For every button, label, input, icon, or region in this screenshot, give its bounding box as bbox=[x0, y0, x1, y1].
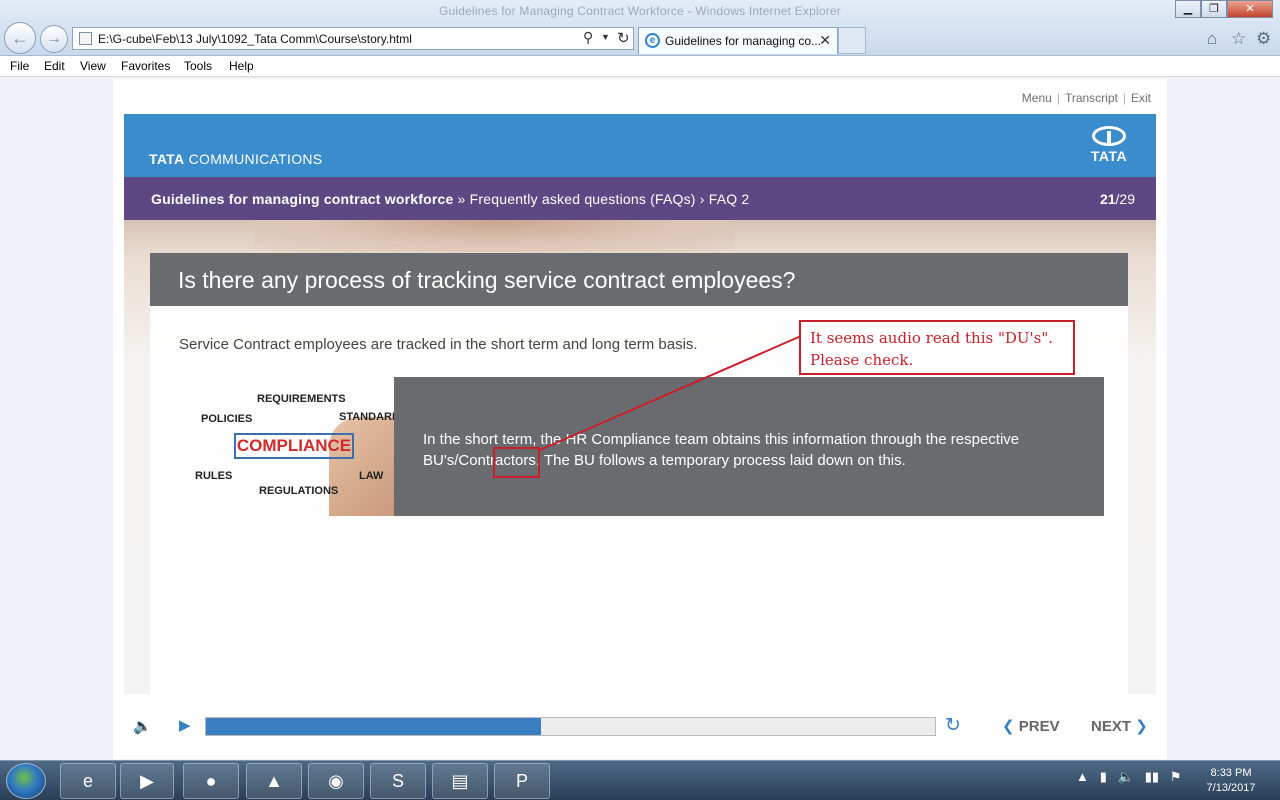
annotation-text: It seems audio read this "DU's". Please … bbox=[810, 329, 1054, 369]
hand-illustration bbox=[329, 417, 394, 516]
annotation-highlight bbox=[493, 447, 540, 478]
play-icon[interactable]: ▶ bbox=[179, 716, 191, 734]
arrow-right-icon: → bbox=[46, 30, 62, 47]
minimize-button[interactable]: ▁ bbox=[1175, 0, 1201, 18]
close-window-button[interactable]: ✕ bbox=[1227, 0, 1273, 18]
annotation-callout: It seems audio read this "DU's". Please … bbox=[799, 320, 1075, 375]
page-icon bbox=[79, 32, 92, 45]
course-player: Menu | Transcript | Exit TATA COMMUNICATIONS… bbox=[113, 79, 1167, 759]
breadcrumb-section: Frequently asked questions (FAQs) bbox=[469, 191, 696, 207]
breadcrumb: Guidelines for managing contract workfor… bbox=[151, 191, 750, 207]
divider: | bbox=[1122, 91, 1126, 105]
start-button[interactable] bbox=[6, 763, 46, 799]
question-title: Is there any process of tracking service… bbox=[178, 267, 796, 293]
app-s-icon[interactable]: S bbox=[370, 763, 426, 799]
vlc-icon[interactable]: ▲ bbox=[246, 763, 302, 799]
taskbar: e ▶ ● ▲ ◉ S ▤ P ▲ ▮ 🔈 ▮▮ ⚑ 8:33 PM 7/13/… bbox=[0, 760, 1280, 800]
course-frame: TATA COMMUNICATIONS TATA Guidelines for … bbox=[124, 114, 1156, 694]
brand-header: TATA COMMUNICATIONS TATA bbox=[124, 114, 1156, 177]
menu-help[interactable]: Help bbox=[229, 59, 254, 73]
back-button[interactable]: ← bbox=[4, 22, 36, 54]
media-player-icon[interactable]: ▶ bbox=[120, 763, 174, 799]
tata-logo-icon bbox=[1092, 126, 1126, 146]
gear-icon[interactable]: ⚙ bbox=[1256, 29, 1271, 49]
chevron-left-icon: ❮ bbox=[1002, 718, 1015, 735]
breadcrumb-page: FAQ 2 bbox=[708, 191, 750, 207]
menu-tools[interactable]: Tools bbox=[184, 59, 212, 73]
clock-date: 7/13/2017 bbox=[1206, 782, 1256, 794]
new-tab-button[interactable] bbox=[838, 27, 866, 54]
question-header: Is there any process of tracking service… bbox=[150, 253, 1128, 306]
tab-label: Guidelines for managing co... bbox=[665, 34, 822, 48]
page-counter: 21/29 bbox=[1099, 191, 1135, 207]
address-bar[interactable]: E:\G-cube\Feb\13 July\1092_Tata Comm\Cou… bbox=[72, 27, 634, 50]
menu-file[interactable]: File bbox=[10, 59, 29, 73]
intro-text: Service Contract employees are tracked i… bbox=[179, 336, 698, 353]
compliance-image: REQUIREMENTS POLICIES STANDARD COMPLIANC… bbox=[179, 377, 394, 516]
menu-link[interactable]: Menu bbox=[1022, 91, 1052, 105]
system-clock[interactable]: 8:33 PM 7/13/2017 bbox=[1196, 766, 1266, 796]
background-photo bbox=[254, 220, 734, 252]
tab-close-icon[interactable]: ✕ bbox=[819, 32, 831, 49]
powerpoint-icon[interactable]: P bbox=[494, 763, 550, 799]
system-tray[interactable]: ▲ ▮ 🔈 ▮▮ ⚑ bbox=[1076, 769, 1182, 785]
arrow-left-icon: ← bbox=[11, 28, 29, 48]
player-top-links: Menu | Transcript | Exit bbox=[1022, 91, 1151, 105]
prev-button[interactable]: ❮ PREV bbox=[1002, 717, 1060, 735]
star-icon[interactable]: ☆ bbox=[1231, 29, 1246, 49]
breadcrumb-course: Guidelines for managing contract workfor… bbox=[151, 191, 454, 207]
next-button[interactable]: NEXT ❯ bbox=[1091, 717, 1148, 735]
address-input[interactable]: E:\G-cube\Feb\13 July\1092_Tata Comm\Cou… bbox=[98, 32, 412, 46]
replay-icon[interactable]: ↻ bbox=[945, 714, 961, 737]
brand-name: TATA COMMUNICATIONS bbox=[149, 151, 323, 167]
chevron-down-icon[interactable]: ▼ bbox=[601, 32, 610, 42]
exit-link[interactable]: Exit bbox=[1131, 91, 1151, 105]
firefox-icon[interactable]: ● bbox=[183, 763, 239, 799]
file-explorer-icon[interactable]: ▤ bbox=[432, 763, 488, 799]
transcript-link[interactable]: Transcript bbox=[1065, 91, 1118, 105]
search-icon[interactable]: ⚲ bbox=[583, 29, 593, 46]
browser-tab[interactable]: e Guidelines for managing co... ✕ bbox=[638, 27, 838, 54]
clock-time: 8:33 PM bbox=[1210, 767, 1252, 779]
breadcrumb-bar: Guidelines for managing contract workfor… bbox=[124, 177, 1156, 220]
seek-progress bbox=[206, 718, 541, 735]
menu-bar: File Edit View Favorites Tools Help bbox=[0, 56, 1280, 77]
menu-edit[interactable]: Edit bbox=[44, 59, 65, 73]
divider: | bbox=[1056, 91, 1060, 105]
slide-content: Is there any process of tracking service… bbox=[124, 220, 1156, 694]
tata-logo: TATA bbox=[1086, 126, 1132, 164]
chrome-icon[interactable]: ◉ bbox=[308, 763, 364, 799]
home-icon[interactable]: ⌂ bbox=[1207, 29, 1217, 49]
refresh-icon[interactable]: ↻ bbox=[617, 29, 630, 47]
ie-icon: e bbox=[645, 33, 660, 48]
menu-view[interactable]: View bbox=[80, 59, 106, 73]
volume-icon[interactable]: 🔈 bbox=[133, 717, 152, 735]
chevron-right-icon: ❯ bbox=[1135, 718, 1148, 735]
forward-button[interactable]: → bbox=[40, 25, 68, 53]
tata-logo-text: TATA bbox=[1090, 148, 1128, 164]
window-title: Guidelines for Managing Contract Workfor… bbox=[439, 4, 841, 18]
menu-favorites[interactable]: Favorites bbox=[121, 59, 170, 73]
seek-bar[interactable] bbox=[205, 717, 936, 736]
maximize-button[interactable]: ❐ bbox=[1201, 0, 1227, 18]
player-controls: 🔈 ▶ ↻ ❮ PREV NEXT ❯ bbox=[113, 707, 1167, 747]
internet-explorer-icon[interactable]: e bbox=[60, 763, 116, 799]
browser-titlebar: Guidelines for Managing Contract Workfor… bbox=[0, 0, 1280, 56]
